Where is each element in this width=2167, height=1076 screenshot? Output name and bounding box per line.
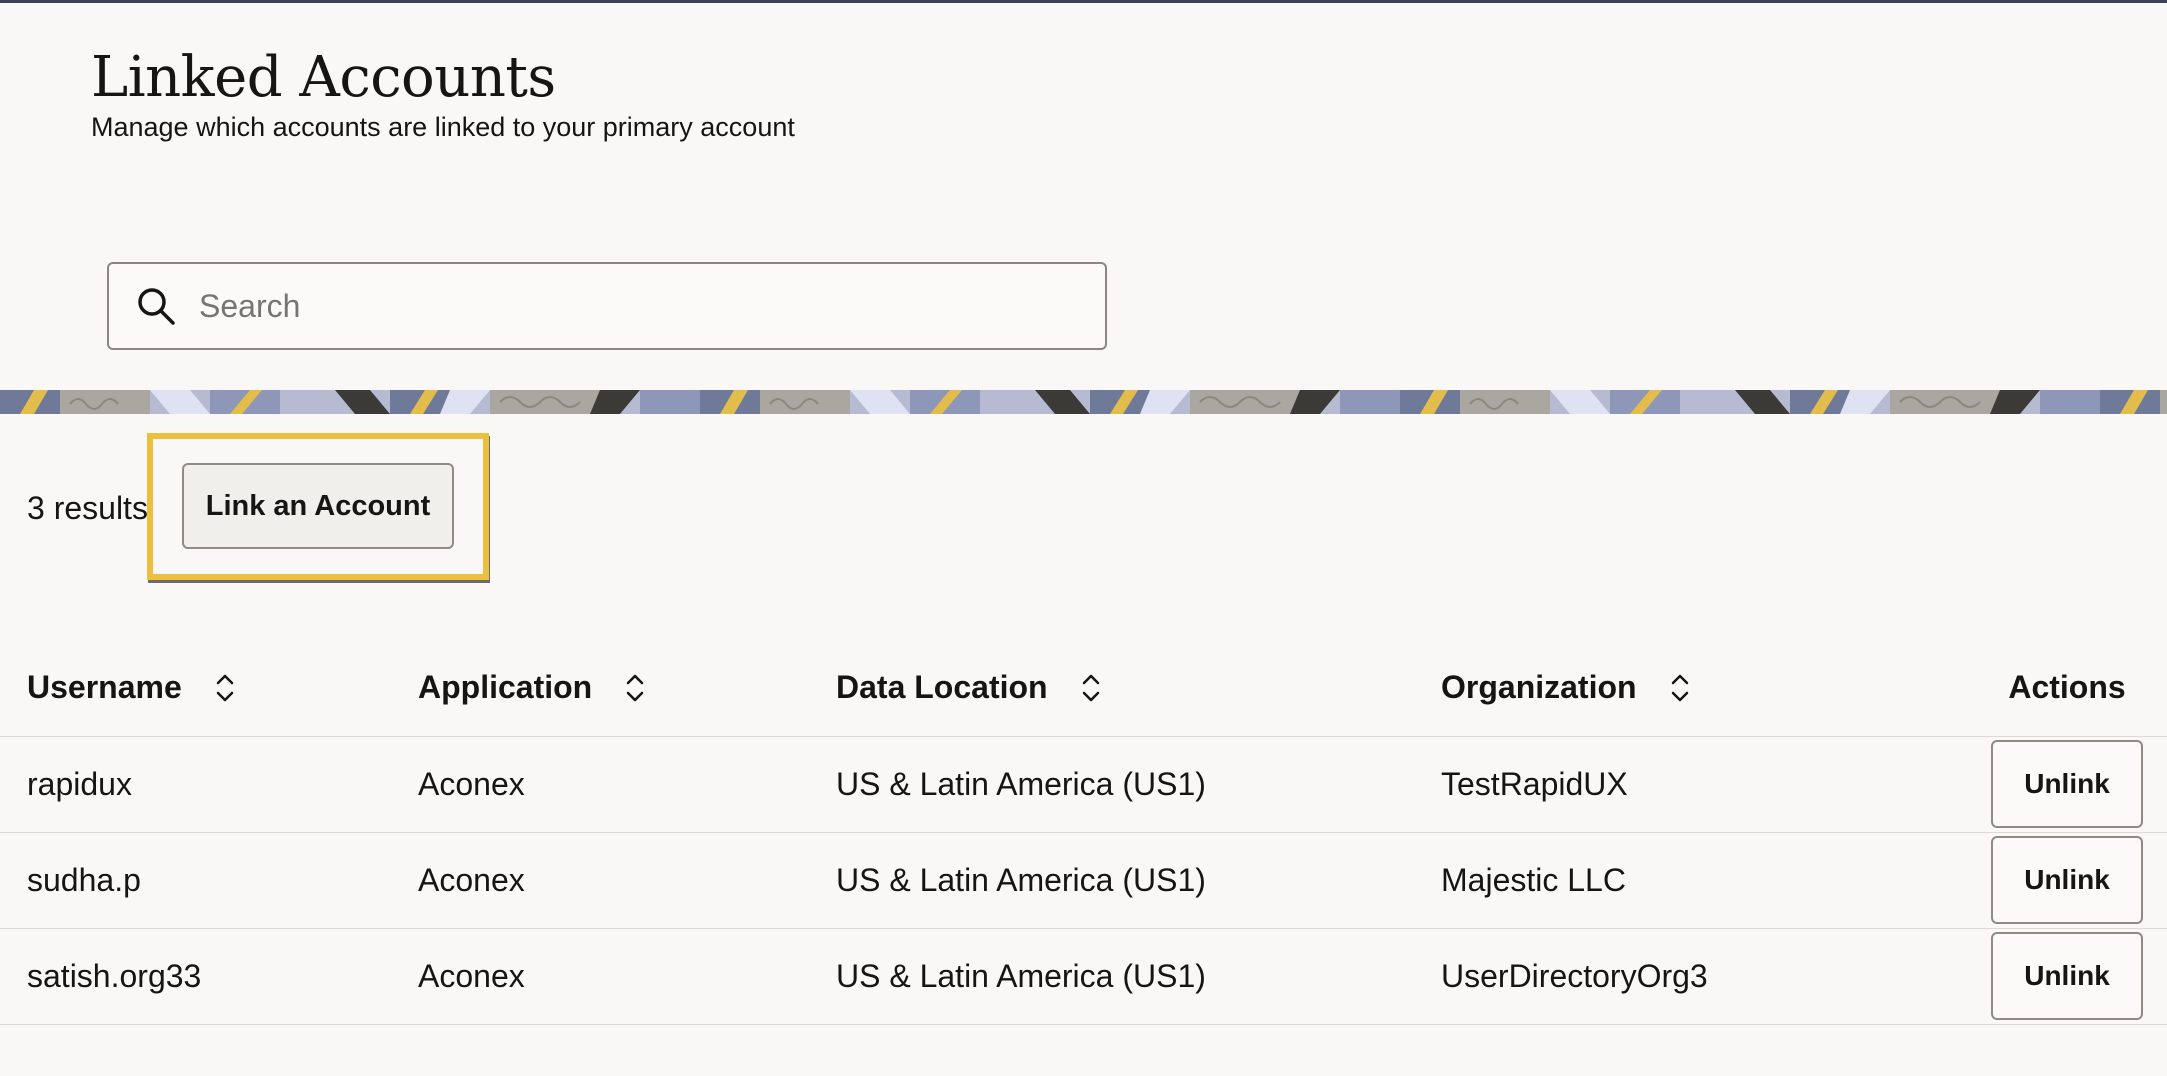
cell-data-location: US & Latin America (US1): [836, 832, 1441, 929]
cell-actions: Unlink: [1967, 832, 2167, 929]
top-accent-line: [0, 0, 2167, 3]
pattern-graphic: [0, 390, 2167, 414]
unlink-button[interactable]: Unlink: [1991, 932, 2143, 1020]
column-label: Data Location: [836, 669, 1048, 706]
cell-organization: Majestic LLC: [1441, 832, 1967, 929]
unlink-button[interactable]: Unlink: [1991, 836, 2143, 924]
cell-application: Aconex: [418, 928, 836, 1025]
unlink-button[interactable]: Unlink: [1991, 740, 2143, 828]
search-icon: [138, 288, 175, 325]
cell-application: Aconex: [418, 736, 836, 833]
table-row: satish.org33 Aconex US & Latin America (…: [0, 928, 2167, 1025]
column-label: Username: [27, 669, 182, 706]
column-header-application[interactable]: Application: [418, 640, 836, 737]
decorative-pattern-banner: [0, 390, 2167, 414]
cell-organization: TestRapidUX: [1441, 736, 1967, 833]
link-account-button[interactable]: Link an Account: [182, 463, 454, 549]
column-header-organization[interactable]: Organization: [1441, 640, 1967, 737]
sort-icon[interactable]: [212, 671, 238, 705]
column-header-username[interactable]: Username: [0, 640, 418, 737]
cell-username: sudha.p: [0, 832, 418, 929]
cell-actions: Unlink: [1967, 928, 2167, 1025]
table-row: sudha.p Aconex US & Latin America (US1) …: [0, 832, 2167, 929]
results-count: 3 results: [27, 490, 148, 526]
cell-data-location: US & Latin America (US1): [836, 928, 1441, 1025]
column-label: Organization: [1441, 669, 1637, 706]
column-label: Application: [418, 669, 593, 706]
column-header-actions: Actions: [1967, 640, 2167, 737]
sort-icon[interactable]: [1667, 671, 1693, 705]
search-box[interactable]: [107, 262, 1107, 350]
cell-username: rapidux: [0, 736, 418, 833]
cell-data-location: US & Latin America (US1): [836, 736, 1441, 833]
search-input[interactable]: [199, 276, 1079, 336]
table-header-row: Username Application Data Location Organ…: [0, 640, 2167, 737]
linked-accounts-table: Username Application Data Location Organ…: [0, 640, 2167, 1025]
sort-icon[interactable]: [1078, 671, 1104, 705]
page-title: Linked Accounts: [91, 45, 556, 110]
table-row: rapidux Aconex US & Latin America (US1) …: [0, 736, 2167, 833]
page-subtitle: Manage which accounts are linked to your…: [91, 112, 795, 142]
cell-username: satish.org33: [0, 928, 418, 1025]
column-header-data-location[interactable]: Data Location: [836, 640, 1441, 737]
sort-icon[interactable]: [622, 671, 648, 705]
cell-actions: Unlink: [1967, 736, 2167, 833]
cell-organization: UserDirectoryOrg3: [1441, 928, 1967, 1025]
cell-application: Aconex: [418, 832, 836, 929]
